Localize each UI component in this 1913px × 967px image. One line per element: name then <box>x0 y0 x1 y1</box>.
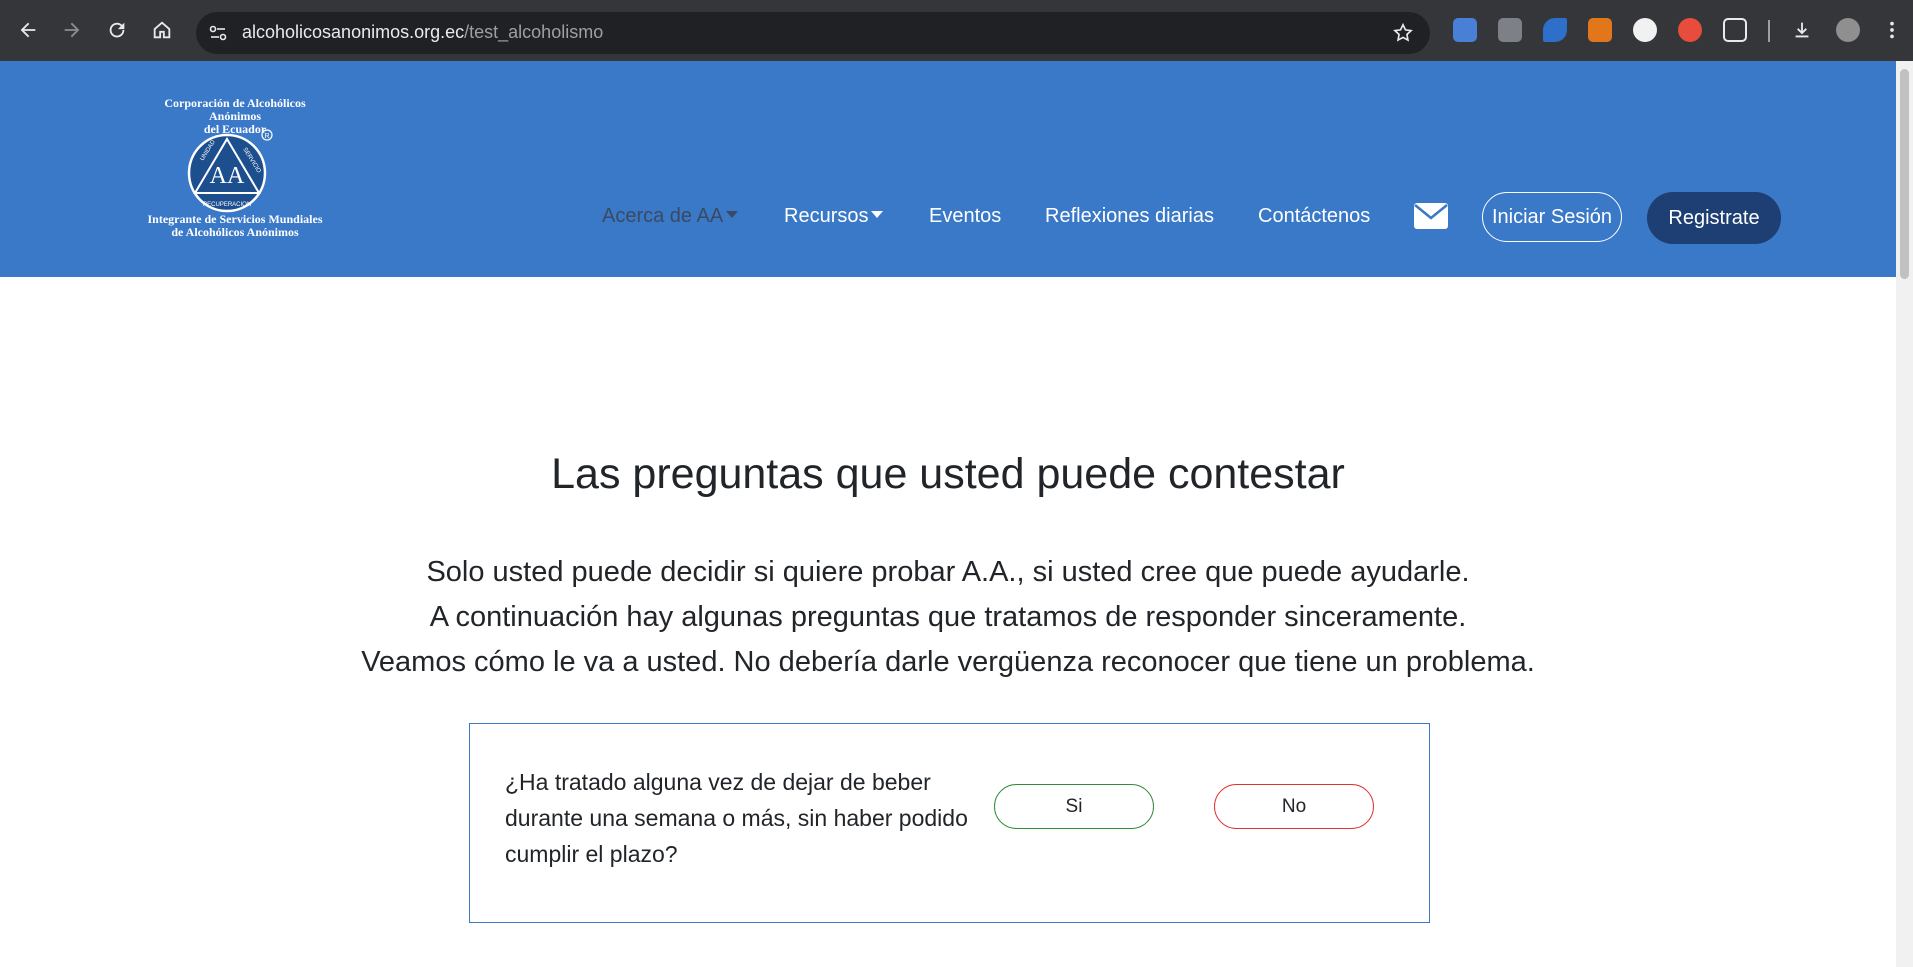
logo-bottom-text-line: de Alcohólicos Anónimos <box>171 225 299 239</box>
metamask-icon[interactable] <box>1588 18 1612 42</box>
emblem-word: RECUPERACION <box>203 202 251 208</box>
aa-emblem-icon: AA UNIDAD SERVICIO RECUPERACION R <box>187 129 273 213</box>
extension-icon[interactable] <box>1543 18 1567 42</box>
caret-down-icon <box>871 211 884 219</box>
scrollbar-thumb[interactable] <box>1900 69 1909 279</box>
profile-avatar[interactable] <box>1836 18 1860 42</box>
login-button[interactable]: Iniciar Sesión <box>1482 192 1622 242</box>
download-icon[interactable] <box>1786 14 1818 46</box>
back-icon[interactable] <box>12 14 44 46</box>
extension-icon[interactable] <box>1678 18 1702 42</box>
url-domain: alcoholicosanonimos.org.ec <box>242 22 465 42</box>
site-logo[interactable]: Corporación de Alcohólicos Anónimos del … <box>140 97 330 247</box>
bookmark-star-icon[interactable] <box>1392 22 1414 44</box>
site-header: Corporación de Alcohólicos Anónimos del … <box>0 61 1896 277</box>
browser-toolbar: alcoholicosanonimos.org.ec/test_alcoholi… <box>0 0 1913 61</box>
mail-icon[interactable] <box>1414 203 1448 229</box>
puzzle-icon[interactable] <box>1723 18 1747 42</box>
page-title: Las preguntas que usted puede contestar <box>551 450 1345 498</box>
caret-down-icon <box>726 211 739 219</box>
site-info-icon[interactable] <box>208 23 228 43</box>
emblem-center-text: AA <box>210 163 245 189</box>
logo-top-text-line: Corporación de Alcohólicos Anónimos <box>164 96 306 123</box>
translate-icon[interactable] <box>1453 18 1477 42</box>
logo-bottom-text: Integrante de Servicios Mundiales de Alc… <box>140 213 330 239</box>
nav-reflections[interactable]: Reflexiones diarias <box>1045 205 1214 228</box>
extension-icon[interactable] <box>1498 18 1522 42</box>
intro-line: Solo usted puede decidir si quiere proba… <box>426 556 1470 588</box>
intro-line: A continuación hay algunas preguntas que… <box>429 601 1467 633</box>
home-icon[interactable] <box>146 14 178 46</box>
yes-button[interactable]: Si <box>994 784 1154 829</box>
nav-events[interactable]: Eventos <box>929 205 1001 228</box>
nav-contact[interactable]: Contáctenos <box>1258 205 1370 228</box>
register-button[interactable]: Registrate <box>1647 192 1781 244</box>
registered-mark: R <box>264 133 269 140</box>
toolbar-divider <box>1768 20 1770 42</box>
reload-icon[interactable] <box>101 14 133 46</box>
nav-about-label: Acerca de AA <box>602 205 724 227</box>
address-bar[interactable]: alcoholicosanonimos.org.ec/test_alcoholi… <box>196 12 1430 54</box>
url-text[interactable]: alcoholicosanonimos.org.ec/test_alcoholi… <box>242 22 603 43</box>
page-scrollbar[interactable] <box>1896 61 1913 967</box>
nav-resources-label: Recursos <box>784 205 869 227</box>
no-button[interactable]: No <box>1214 784 1374 829</box>
nav-resources-dropdown[interactable]: Recursos <box>784 205 884 228</box>
url-path: /test_alcoholismo <box>464 22 604 42</box>
nav-about-dropdown[interactable]: Acerca de AA <box>602 205 739 228</box>
menu-icon[interactable] <box>1880 14 1904 46</box>
question-text: ¿Ha tratado alguna vez de dejar de beber… <box>505 769 968 867</box>
question-card: ¿Ha tratado alguna vez de dejar de beber… <box>469 723 1430 923</box>
intro-text: Solo usted puede decidir si quiere proba… <box>0 550 1896 685</box>
extension-icon[interactable] <box>1633 18 1657 42</box>
intro-line: Veamos cómo le va a usted. No debería da… <box>361 646 1535 678</box>
forward-icon[interactable] <box>56 14 88 46</box>
